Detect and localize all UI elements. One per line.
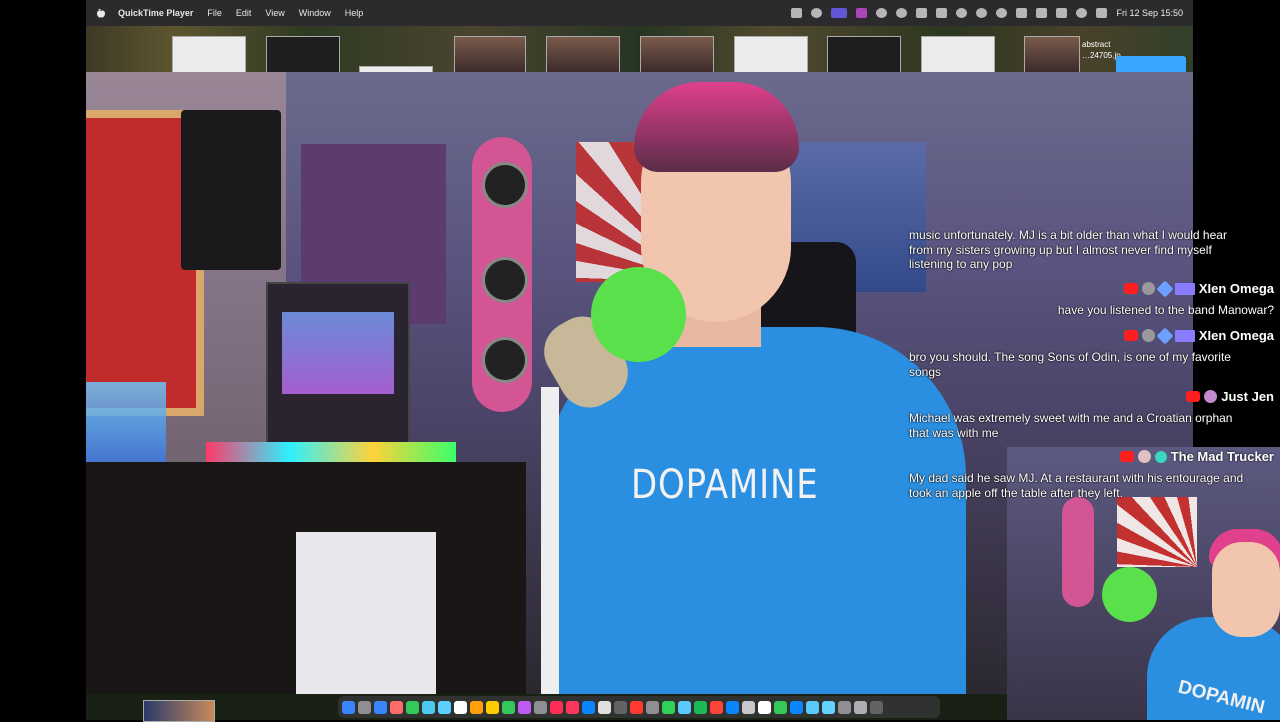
dock-app-icon[interactable]: [726, 700, 739, 714]
video-background: [472, 137, 532, 412]
dock-app-icon[interactable]: [598, 700, 611, 714]
dock-app-icon[interactable]: [374, 700, 387, 714]
chat-username: The Mad Trucker: [1119, 449, 1274, 464]
stage-thumbnail[interactable]: [546, 36, 620, 72]
chat-username: XIen Omega: [1123, 327, 1274, 344]
video-background: [206, 442, 456, 462]
dock-app-icon[interactable]: [790, 700, 803, 714]
menu-help[interactable]: Help: [345, 8, 364, 18]
stage-thumbnail[interactable]: [172, 36, 246, 72]
video-background: [181, 110, 281, 270]
dock-app-icon[interactable]: [454, 700, 467, 714]
dock-app-icon[interactable]: [486, 700, 499, 714]
dock-app-icon[interactable]: [678, 700, 691, 714]
menu-window[interactable]: Window: [299, 8, 331, 18]
avatar: [1137, 450, 1151, 463]
stage-thumbnail[interactable]: [266, 36, 340, 72]
member-crown-icon: [1174, 282, 1195, 295]
avatar: [1141, 329, 1155, 342]
moderator-wrench-icon: [1156, 327, 1174, 344]
moderator-wrench-icon: [1156, 280, 1174, 297]
chat-username-text: XIen Omega: [1198, 328, 1274, 343]
chat-username-text: Just Jen: [1221, 389, 1274, 404]
dock-app-icon[interactable]: [390, 700, 403, 714]
dock-app-icon[interactable]: [470, 700, 483, 714]
avatar: [1141, 282, 1155, 295]
dock-app-icon[interactable]: [502, 700, 515, 714]
dock-app-icon[interactable]: [566, 700, 579, 714]
chat-username: Just Jen: [1186, 389, 1274, 404]
dock-app-icon[interactable]: [614, 700, 627, 714]
youtube-icon: [1123, 330, 1138, 341]
video-background: [296, 532, 436, 694]
dock-app-icon[interactable]: [422, 700, 435, 714]
video-person: [634, 82, 799, 172]
youtube-icon: [1123, 283, 1138, 294]
audio-levels-icon[interactable]: [791, 8, 803, 18]
member-badge-icon: [1154, 450, 1167, 463]
dock-app-icon[interactable]: [582, 700, 595, 714]
chat-message: My dad said he saw MJ. At a restaurant w…: [909, 471, 1244, 500]
capture-icon[interactable]: [856, 8, 868, 18]
dock-app-icon[interactable]: [534, 700, 547, 714]
dock-app-icon[interactable]: [518, 700, 531, 714]
menu-edit[interactable]: Edit: [236, 8, 252, 18]
sync-icon[interactable]: [811, 8, 823, 18]
video-background: [266, 282, 410, 446]
apple-menu-icon[interactable]: [96, 8, 106, 18]
dock-app-icon[interactable]: [870, 700, 883, 714]
dock-app-icon[interactable]: [406, 700, 419, 714]
menu-file[interactable]: File: [207, 8, 222, 18]
chat-message: music unfortunately. MJ is a bit older t…: [909, 228, 1227, 271]
screen-mirroring-icon[interactable]: [831, 8, 848, 18]
menu-extra-icon[interactable]: [876, 8, 888, 18]
dock-app-icon[interactable]: [774, 700, 787, 714]
video-microphone: [541, 387, 559, 694]
shirt-text: DOPAMINE: [631, 462, 819, 508]
dock-app-icon[interactable]: [694, 700, 707, 714]
chat-username-text: The Mad Trucker: [1170, 449, 1274, 464]
chat-message: have you listened to the band Manowar?: [1057, 303, 1274, 317]
stage-thumbnail[interactable]: [734, 36, 808, 72]
chat-message: bro you should. The song Sons of Odin, i…: [909, 350, 1231, 379]
youtube-icon: [1119, 451, 1134, 462]
stage-thumbnail[interactable]: [454, 36, 526, 72]
dock: [338, 696, 940, 718]
avatar: [1204, 390, 1218, 403]
dock-app-icon[interactable]: [742, 700, 755, 714]
member-crown-icon: [1174, 329, 1195, 342]
left-letterbox: [0, 0, 86, 720]
dock-app-icon[interactable]: [630, 700, 643, 714]
live-chat-overlay: music unfortunately. MJ is a bit older t…: [909, 0, 1280, 520]
chat-message: Michael was extremely sweet with me and …: [909, 411, 1233, 440]
dock-app-icon[interactable]: [838, 700, 851, 714]
video-microphone: [591, 267, 686, 362]
dock-app-icon[interactable]: [758, 700, 771, 714]
dock-app-icon[interactable]: [710, 700, 723, 714]
dock-app-icon[interactable]: [806, 700, 819, 714]
app-menu-quicktime[interactable]: QuickTime Player: [118, 8, 193, 18]
chat-username: XIen Omega: [1123, 280, 1274, 297]
dock-app-icon[interactable]: [854, 700, 867, 714]
dock-app-icon[interactable]: [438, 700, 451, 714]
dock-app-icon[interactable]: [358, 700, 371, 714]
dock-app-icon[interactable]: [662, 700, 675, 714]
youtube-icon: [1186, 391, 1201, 402]
dock-app-icon[interactable]: [646, 700, 659, 714]
menu-view[interactable]: View: [265, 8, 284, 18]
stage-thumbnail[interactable]: [827, 36, 901, 72]
dock-app-icon[interactable]: [550, 700, 563, 714]
dock-app-icon[interactable]: [342, 700, 355, 714]
dock-app-icon[interactable]: [822, 700, 835, 714]
stage-thumbnail[interactable]: [143, 700, 215, 722]
creative-cloud-icon[interactable]: [896, 8, 908, 18]
stage-thumbnail[interactable]: [640, 36, 714, 72]
chat-username-text: XIen Omega: [1198, 281, 1274, 296]
